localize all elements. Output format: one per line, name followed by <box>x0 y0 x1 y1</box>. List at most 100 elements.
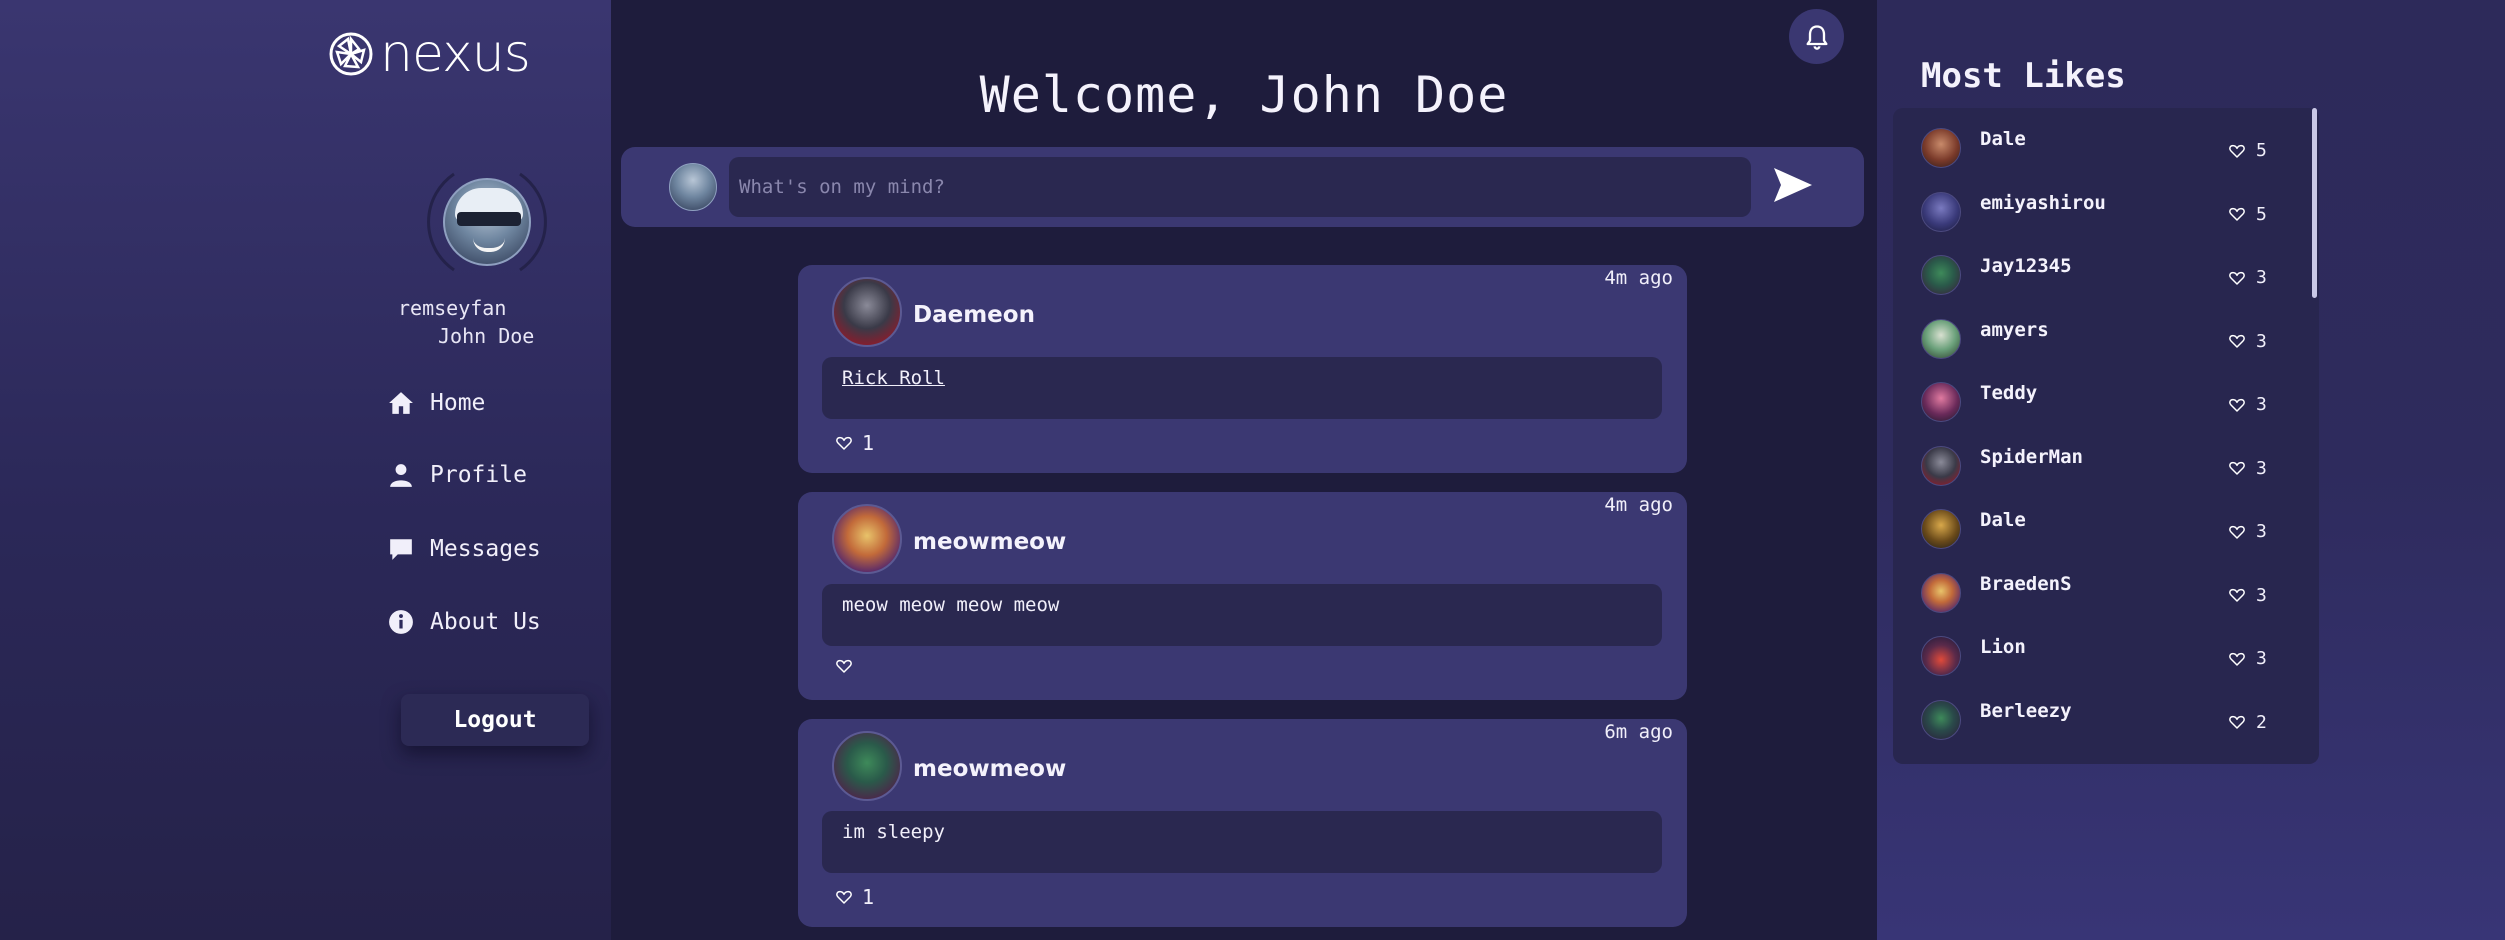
heart-icon[interactable] <box>836 889 852 905</box>
post-author[interactable]: meowmeow <box>913 529 1066 555</box>
most-likes-title: Most Likes <box>1921 56 2126 96</box>
post-body: im sleepy <box>822 811 1662 873</box>
most-likes-item[interactable]: Dale 3 <box>1921 499 2281 549</box>
most-likes-item[interactable]: Berleezy 2 <box>1921 690 2281 740</box>
welcome-heading: Welcome, John Doe <box>979 66 1509 124</box>
most-likes-count: 3 <box>2229 585 2267 606</box>
most-likes-item[interactable]: Teddy 3 <box>1921 372 2281 422</box>
most-likes-item[interactable]: Dale 5 <box>1921 118 2281 168</box>
nav-profile-label: Profile <box>430 462 527 488</box>
nav-home[interactable]: Home <box>388 390 485 416</box>
post-like-count: 1 <box>862 885 875 909</box>
heart-icon <box>2229 588 2245 602</box>
post-like-count: 1 <box>862 431 875 455</box>
heart-icon <box>2229 144 2245 158</box>
notifications-button[interactable] <box>1789 9 1844 64</box>
most-likes-avatar <box>1921 445 1961 486</box>
most-likes-avatar <box>1921 318 1961 359</box>
send-icon[interactable] <box>1772 166 1814 204</box>
most-likes-username: Dale <box>1980 509 2026 531</box>
post-author-avatar[interactable] <box>832 277 902 347</box>
most-likes-count: 3 <box>2229 521 2267 542</box>
post-input[interactable] <box>729 157 1751 217</box>
nav-messages[interactable]: Messages <box>388 536 541 562</box>
most-likes-username: SpiderMan <box>1980 445 2083 468</box>
bell-icon <box>1806 24 1827 50</box>
logo-text: nexus <box>380 24 531 84</box>
most-likes-username: emiyashirou <box>1980 191 2106 214</box>
nav-messages-label: Messages <box>430 536 541 562</box>
heart-icon <box>2229 461 2245 475</box>
heart-icon <box>2229 207 2245 221</box>
most-likes-count-value: 3 <box>2256 330 2267 352</box>
post-author-avatar[interactable] <box>832 731 902 801</box>
most-likes-username: BraedenS <box>1980 572 2072 595</box>
heart-icon[interactable] <box>836 435 852 451</box>
most-likes-count: 2 <box>2229 712 2267 733</box>
nav-home-label: Home <box>430 390 486 416</box>
most-likes-item[interactable]: Jay12345 3 <box>1921 245 2281 295</box>
post-author[interactable]: meowmeow <box>913 756 1066 782</box>
logout-button[interactable]: Logout <box>401 694 589 746</box>
aperture-logo-icon <box>329 32 373 76</box>
most-likes-username: Dale <box>1980 128 2026 150</box>
post-link[interactable]: Rick Roll <box>842 367 945 389</box>
post-body: Rick Roll <box>822 357 1662 419</box>
most-likes-count: 3 <box>2229 267 2267 288</box>
most-likes-avatar <box>1921 572 1961 613</box>
nav-about[interactable]: About Us <box>388 609 541 635</box>
home-icon <box>389 392 413 414</box>
most-likes-item[interactable]: emiyashirou 5 <box>1921 182 2281 232</box>
heart-icon <box>2229 652 2245 666</box>
most-likes-count-value: 2 <box>2256 711 2267 733</box>
user-icon <box>390 464 412 487</box>
post-card: 6m ago meowmeow im sleepy 1 <box>798 719 1687 927</box>
most-likes-avatar <box>1921 128 1961 168</box>
most-likes-username: Lion <box>1980 636 2026 658</box>
most-likes-count-value: 3 <box>2256 267 2267 288</box>
post-likes: 1 <box>836 885 874 909</box>
post-time: 4m ago <box>1604 267 1673 289</box>
post-author-avatar[interactable] <box>832 504 902 574</box>
nav-about-label: About Us <box>430 609 541 635</box>
nav-profile[interactable]: Profile <box>388 462 527 488</box>
app-logo[interactable]: nexus <box>328 24 531 84</box>
post-time: 6m ago <box>1604 721 1673 743</box>
heart-icon <box>2229 271 2245 285</box>
most-likes-count-value: 3 <box>2256 457 2267 479</box>
most-likes-avatar <box>1921 509 1961 549</box>
most-likes-avatar <box>1921 382 1961 422</box>
most-likes-avatar <box>1921 636 1961 676</box>
heart-icon <box>2229 398 2245 412</box>
chat-icon <box>390 539 412 560</box>
heart-icon <box>2229 334 2245 348</box>
profile-avatar[interactable] <box>443 178 531 266</box>
post-likes <box>836 658 862 674</box>
most-likes-count-value: 3 <box>2256 521 2267 542</box>
most-likes-username: Teddy <box>1980 382 2038 404</box>
post-body: meow meow meow meow <box>822 584 1662 646</box>
post-author[interactable]: Daemeon <box>913 302 1035 328</box>
most-likes-item[interactable]: BraedenS 3 <box>1921 563 2281 613</box>
heart-icon <box>2229 525 2245 539</box>
info-icon <box>389 610 413 634</box>
most-likes-username: Jay12345 <box>1980 255 2072 277</box>
most-likes-avatar <box>1921 255 1961 295</box>
most-likes-scrollbar[interactable] <box>2312 108 2317 298</box>
heart-icon[interactable] <box>836 658 852 674</box>
most-likes-avatar <box>1921 191 1961 232</box>
most-likes-count-value: 5 <box>2256 203 2267 225</box>
most-likes-item[interactable]: amyers 3 <box>1921 309 2281 359</box>
post-card: 4m ago meowmeow meow meow meow meow <box>798 492 1687 700</box>
composer-avatar <box>669 163 717 211</box>
most-likes-count: 3 <box>2229 458 2267 479</box>
most-likes-item[interactable]: SpiderMan 3 <box>1921 436 2281 486</box>
profile-username: remseyfan <box>398 296 507 320</box>
most-likes-avatar <box>1921 699 1961 740</box>
most-likes-count-value: 3 <box>2256 394 2267 415</box>
most-likes-item[interactable]: Lion 3 <box>1921 626 2281 676</box>
most-likes-count: 5 <box>2229 140 2267 161</box>
most-likes-count-value: 3 <box>2256 648 2267 669</box>
profile-full-name: John Doe <box>438 324 535 348</box>
most-likes-count-value: 5 <box>2256 140 2267 161</box>
